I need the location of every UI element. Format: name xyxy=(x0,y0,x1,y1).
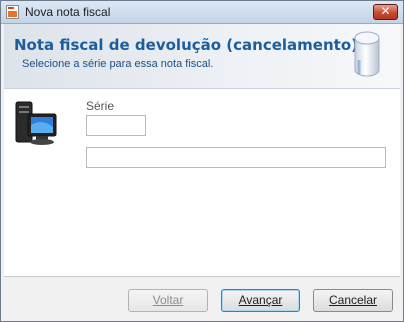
computer-icon xyxy=(15,101,57,145)
serie-label: Série xyxy=(86,99,115,113)
close-button[interactable]: ✕ xyxy=(373,4,398,20)
back-button[interactable]: Voltar xyxy=(128,289,208,312)
wizard-content: Série xyxy=(4,89,400,277)
cancel-button[interactable]: Cancelar xyxy=(313,289,393,312)
database-cylinder-icon xyxy=(354,31,380,77)
wizard-header: Nota fiscal de devolução (cancelamento) … xyxy=(4,24,400,89)
title-bar[interactable]: Nova nota fiscal ✕ xyxy=(1,1,403,24)
window-title: Nova nota fiscal xyxy=(25,5,111,19)
serie-description-field[interactable] xyxy=(86,147,386,168)
next-button[interactable]: Avançar xyxy=(221,289,300,312)
app-document-icon xyxy=(6,5,19,19)
close-icon: ✕ xyxy=(380,4,391,18)
page-subtitle: Selecione a série para essa nota fiscal. xyxy=(22,58,214,70)
wizard-footer: Voltar Avançar Cancelar xyxy=(1,277,403,321)
page-title: Nota fiscal de devolução (cancelamento) xyxy=(14,36,358,54)
dialog-window: Nova nota fiscal ✕ Nota fiscal de devolu… xyxy=(0,0,404,322)
serie-input[interactable] xyxy=(86,115,146,136)
